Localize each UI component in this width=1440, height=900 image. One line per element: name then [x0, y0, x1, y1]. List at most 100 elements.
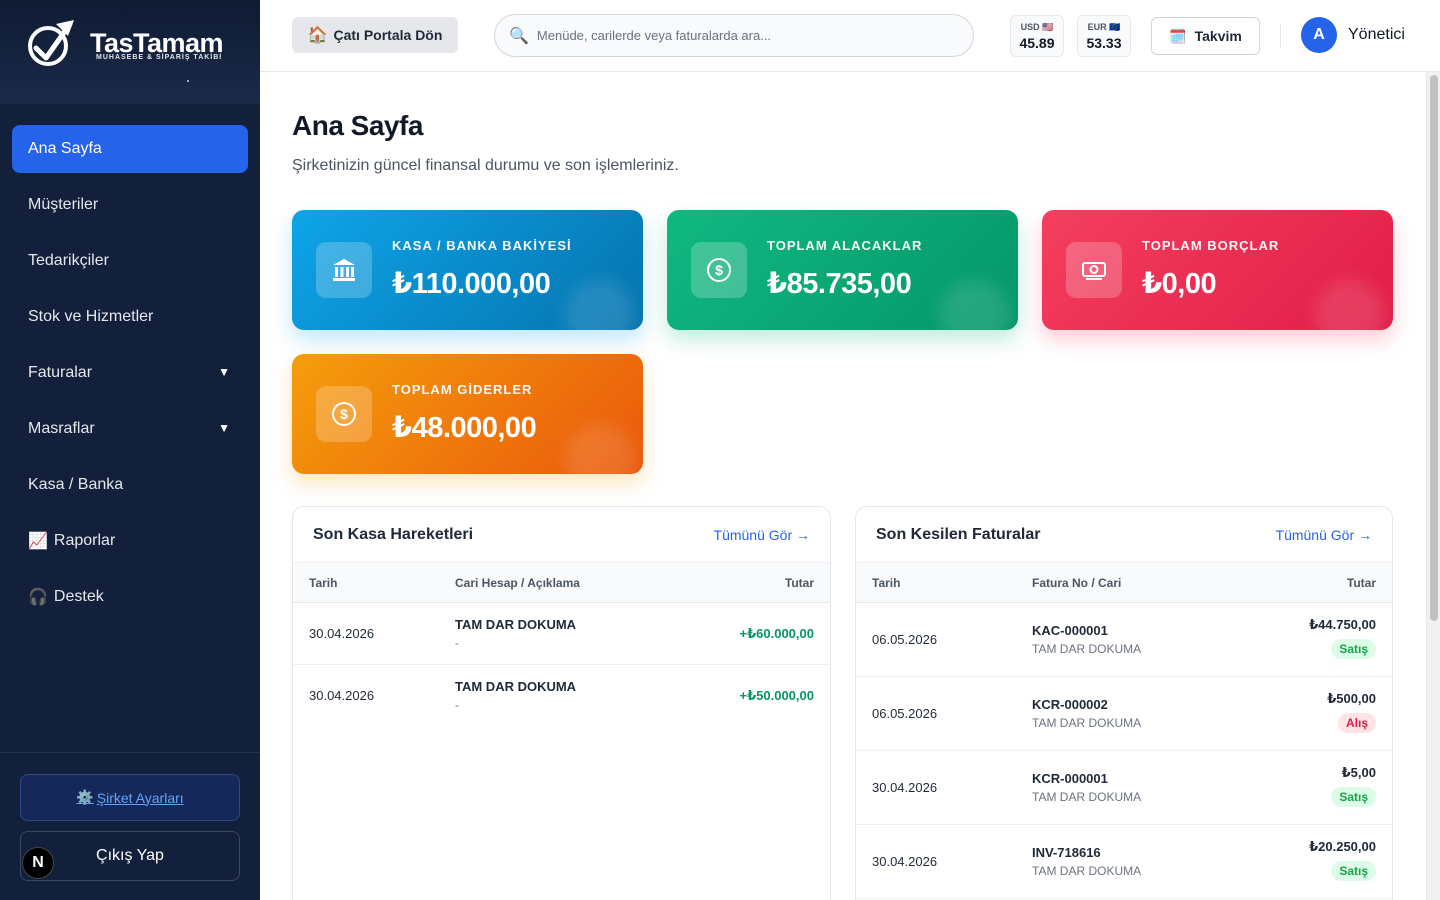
dollar-icon: $ [316, 386, 372, 442]
cash-bank-balance-card[interactable]: KASA / BANKA BAKİYESİ ₺110.000,00 [292, 210, 643, 330]
row-account: TAM DAR DOKUMA [1032, 864, 1142, 878]
card-glow [940, 280, 1010, 330]
row-account: TAM DAR DOKUMA [1032, 642, 1142, 656]
brand-logo[interactable]: TasTamam MUHASEBE & SİPARİŞ TAKİBİ [0, 0, 260, 104]
row-amount: +₺60.000,00 [739, 626, 814, 641]
row-date: 30.04.2026 [872, 854, 938, 869]
column-header[interactable]: Tutar [1347, 576, 1376, 590]
row-invoice-no: KCR-000001 [1032, 771, 1108, 786]
table-row[interactable]: 30.04.2026 TAM DAR DOKUMA - +₺60.000,00 [293, 603, 830, 665]
row-account: TAM DAR DOKUMA [455, 679, 577, 694]
sidebar-nav: Ana Sayfa Müşteriler Tedarikçiler Stok v… [12, 125, 248, 629]
card-value: ₺110.000,00 [392, 268, 551, 300]
card-glow [565, 424, 635, 474]
brand-dot [187, 80, 189, 82]
eur-rate-value: 53.33 [1086, 35, 1122, 51]
card-value: ₺85.735,00 [767, 268, 912, 300]
search-icon: 🔍 [509, 27, 529, 45]
sidebar-item-label: Kasa / Banka [28, 476, 124, 493]
back-to-portal-button[interactable]: 🏠 Çatı Portala Dön [292, 17, 458, 53]
eur-rate: EUR 🇪🇺 53.33 [1077, 15, 1131, 57]
card-label: KASA / BANKA BAKİYESİ [392, 238, 572, 253]
recent-invoices-panel: Son Kesilen Faturalar Tümünü Gör → Tarih… [855, 506, 1393, 900]
column-header[interactable]: Fatura No / Cari [1032, 576, 1121, 590]
recent-cash-movements-panel: Son Kasa Hareketleri Tümünü Gör → Tarih … [292, 506, 831, 900]
card-glow [565, 280, 635, 330]
scrollbar-thumb[interactable] [1430, 75, 1438, 621]
card-glow [1315, 280, 1385, 330]
svg-text:$: $ [715, 262, 723, 278]
status-badge: Satış [1331, 787, 1376, 807]
usd-rate-value: 45.89 [1019, 35, 1055, 51]
user-name[interactable]: Yönetici [1348, 26, 1405, 44]
panel-title: Son Kasa Hareketleri [313, 526, 474, 543]
total-payables-card[interactable]: TOPLAM BORÇLAR ₺0,00 [1042, 210, 1393, 330]
chevron-down-icon: ▼ [218, 365, 230, 379]
eur-rate-label: EUR 🇪🇺 [1087, 22, 1121, 32]
calendar-label: Takvim [1194, 28, 1242, 44]
gear-icon: ⚙️ [76, 789, 94, 805]
main-scrollbar[interactable] [1426, 72, 1440, 900]
table-header: Tarih Fatura No / Cari Tutar [856, 563, 1392, 603]
row-invoice-no: KAC-000001 [1032, 623, 1108, 638]
brand-subtitle: MUHASEBE & SİPARİŞ TAKİBİ [96, 54, 223, 61]
panel-header: Son Kasa Hareketleri Tümünü Gör → [293, 507, 830, 563]
calendar-button[interactable]: 🗓️ Takvim [1151, 17, 1260, 55]
view-all-link[interactable]: Tümünü Gör → [714, 527, 810, 543]
sidebar-item-raporlar[interactable]: 📈 Raporlar [12, 517, 248, 565]
status-badge: Satış [1331, 639, 1376, 659]
card-label: TOPLAM GİDERLER [392, 382, 533, 397]
table-row[interactable]: 30.04.2026 TAM DAR DOKUMA - +₺50.000,00 [293, 665, 830, 727]
sidebar-item-faturalar[interactable]: Faturalar ▼ [12, 349, 248, 397]
total-expenses-card[interactable]: $ TOPLAM GİDERLER ₺48.000,00 [292, 354, 643, 474]
sidebar-item-label: Raporlar [53, 532, 116, 549]
search-bar[interactable]: 🔍 [494, 14, 974, 57]
row-date: 06.05.2026 [872, 632, 938, 647]
sidebar-item-destek[interactable]: 🎧 Destek [12, 573, 248, 621]
sidebar-item-musteriler[interactable]: Müşteriler [12, 181, 248, 229]
home-icon: 🏠 [307, 27, 328, 44]
sidebar-item-label: Destek [53, 588, 104, 605]
status-badge: Satış [1331, 861, 1376, 881]
sidebar-item-stok-hizmetler[interactable]: Stok ve Hizmetler [12, 293, 248, 341]
table-row[interactable]: 30.04.2026 KCR-000001 TAM DAR DOKUMA ₺5,… [856, 751, 1392, 825]
sidebar-item-tedarikciler[interactable]: Tedarikçiler [12, 237, 248, 285]
card-label: TOPLAM BORÇLAR [1142, 238, 1280, 253]
table-header: Tarih Cari Hesap / Açıklama Tutar [293, 563, 830, 603]
sidebar-item-label: Stok ve Hizmetler [28, 308, 154, 325]
logout-label: Çıkış Yap [96, 847, 164, 864]
nextjs-badge[interactable]: N [22, 847, 54, 879]
usd-rate-label: USD 🇺🇸 [1020, 22, 1054, 32]
calendar-icon: 🗓️ [1169, 27, 1187, 44]
total-receivables-card[interactable]: $ TOPLAM ALACAKLAR ₺85.735,00 [667, 210, 1018, 330]
panel-header: Son Kesilen Faturalar Tümünü Gör → [856, 507, 1392, 563]
column-header[interactable]: Cari Hesap / Açıklama [455, 576, 580, 590]
sidebar-item-ana-sayfa[interactable]: Ana Sayfa [12, 125, 248, 173]
svg-text:$: $ [340, 406, 348, 422]
status-badge: Alış [1337, 713, 1376, 733]
table-row[interactable]: 30.04.2026 INV-718616 TAM DAR DOKUMA ₺20… [856, 825, 1392, 899]
back-to-portal-label: Çatı Portala Dön [333, 27, 443, 43]
row-invoice-no: KCR-000002 [1032, 697, 1108, 712]
search-input[interactable] [536, 28, 937, 43]
card-value: ₺48.000,00 [392, 412, 537, 444]
sidebar-item-kasa-banka[interactable]: Kasa / Banka [12, 461, 248, 509]
table-row[interactable]: 06.05.2026 KCR-000002 TAM DAR DOKUMA ₺50… [856, 677, 1392, 751]
bank-icon [316, 242, 372, 298]
row-description: - [455, 636, 459, 650]
company-settings-button[interactable]: ⚙️ Şirket Ayarları [20, 774, 240, 821]
column-header[interactable]: Tutar [785, 576, 814, 590]
view-all-link[interactable]: Tümünü Gör → [1276, 527, 1372, 543]
table-row[interactable]: 06.05.2026 KAC-000001 TAM DAR DOKUMA ₺44… [856, 603, 1392, 677]
sidebar-item-masraflar[interactable]: Masraflar ▼ [12, 405, 248, 453]
row-account: TAM DAR DOKUMA [455, 617, 577, 632]
sidebar: TasTamam MUHASEBE & SİPARİŞ TAKİBİ Ana S… [0, 0, 260, 900]
row-account: TAM DAR DOKUMA [1032, 790, 1142, 804]
chevron-down-icon: ▼ [218, 421, 230, 435]
avatar[interactable]: A [1301, 17, 1337, 53]
page-subtitle: Şirketinizin güncel finansal durumu ve s… [292, 157, 679, 174]
column-header[interactable]: Tarih [309, 576, 337, 590]
logout-button[interactable]: Çıkış Yap [20, 831, 240, 881]
sidebar-item-label: Müşteriler [28, 196, 99, 213]
column-header[interactable]: Tarih [872, 576, 900, 590]
